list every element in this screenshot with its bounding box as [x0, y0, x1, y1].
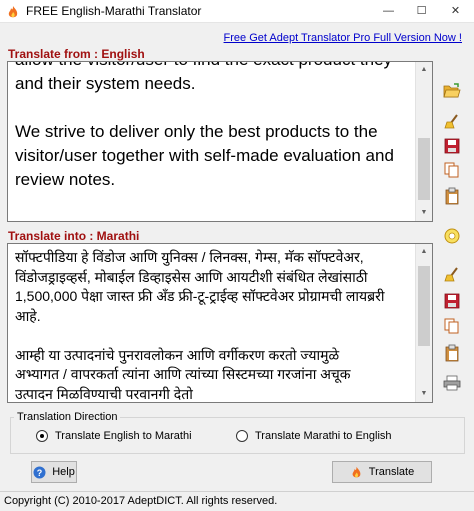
scroll-down-icon[interactable]: ▼ [416, 205, 432, 221]
source-text[interactable]: allow the visitor/user to find the exact… [15, 62, 415, 221]
radio-marathi-to-english[interactable]: Translate Marathi to English [236, 430, 392, 442]
broom-icon[interactable] [441, 111, 463, 133]
close-button[interactable]: ✕ [439, 0, 472, 23]
save-disk-icon[interactable] [441, 290, 463, 312]
minimize-button[interactable]: — [372, 0, 405, 23]
direction-group-label: Translation Direction [14, 411, 121, 423]
translate-settings-icon[interactable] [441, 225, 463, 247]
promo-link[interactable]: Free Get Adept Translator Pro Full Versi… [224, 32, 462, 44]
copy-icon[interactable] [441, 159, 463, 181]
help-button[interactable]: ? Help [31, 461, 77, 483]
radio-english-to-marathi[interactable]: Translate English to Marathi [36, 430, 192, 442]
paste-clipboard-icon[interactable] [441, 185, 463, 207]
translate-into-label: Translate into : Marathi [8, 229, 140, 243]
paste-clipboard-icon[interactable] [441, 342, 463, 364]
scroll-thumb[interactable] [418, 138, 430, 200]
copyright-text: Copyright (C) 2010-2017 AdeptDICT. All r… [4, 495, 278, 507]
scroll-down-icon[interactable]: ▼ [416, 386, 432, 402]
broom-icon[interactable] [441, 264, 463, 286]
radio-checked-icon[interactable] [36, 430, 48, 442]
scroll-thumb[interactable] [418, 266, 430, 346]
window-title: FREE English-Marathi Translator [26, 4, 202, 18]
target-text[interactable]: सॉफ्टपीडिया हे विंडोज आणि युनिक्स / लिनक… [15, 248, 415, 402]
svg-text:?: ? [37, 468, 43, 478]
flame-icon [6, 5, 20, 19]
target-text-area[interactable]: सॉफ्टपीडिया हे विंडोज आणि युनिक्स / लिनक… [7, 243, 433, 403]
translate-button[interactable]: Translate [332, 461, 432, 483]
scroll-up-icon[interactable]: ▲ [416, 62, 432, 78]
scroll-up-icon[interactable]: ▲ [416, 244, 432, 260]
save-disk-icon[interactable] [441, 135, 463, 157]
maximize-button[interactable]: ☐ [405, 0, 438, 23]
source-text-area[interactable]: allow the visitor/user to find the exact… [7, 61, 433, 222]
open-folder-icon[interactable] [441, 80, 463, 102]
radio-label[interactable]: Translate English to Marathi [55, 430, 192, 442]
translate-button-label[interactable]: Translate [369, 466, 414, 478]
radio-unchecked-icon[interactable] [236, 430, 248, 442]
target-scrollbar[interactable]: ▲ ▼ [415, 244, 432, 402]
title-bar: FREE English-Marathi Translator — ☐ ✕ [0, 0, 474, 23]
flame-icon [350, 466, 363, 479]
printer-icon[interactable] [441, 372, 463, 394]
radio-label[interactable]: Translate Marathi to English [255, 430, 392, 442]
help-button-label[interactable]: Help [52, 466, 75, 478]
source-scrollbar[interactable]: ▲ ▼ [415, 62, 432, 221]
status-bar: Copyright (C) 2010-2017 AdeptDICT. All r… [0, 491, 474, 511]
copy-icon[interactable] [441, 315, 463, 337]
translate-from-label: Translate from : English [8, 47, 145, 61]
help-icon: ? [33, 466, 46, 479]
